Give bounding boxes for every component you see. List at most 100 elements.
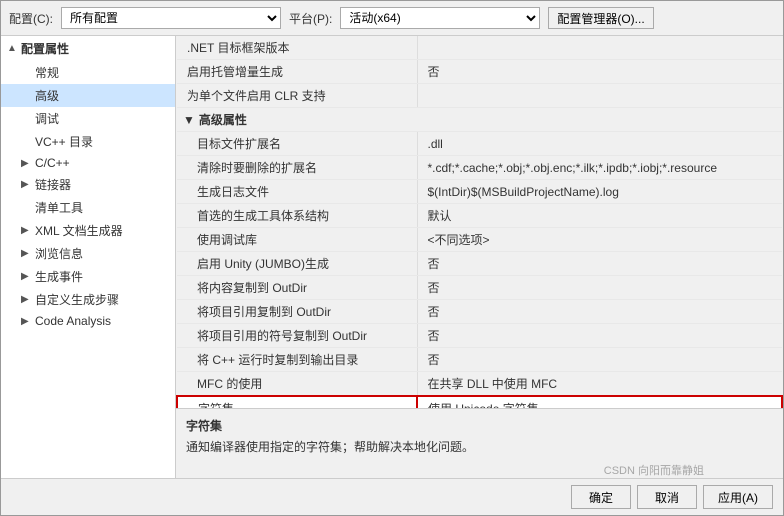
watermark: CSDN 向阳而靠静姐 [604,462,704,478]
main-content: ▲ 配置属性 常规高级调试 VC++ 目录 ▶ C/C++ ▶ 链接器清单工具 ▶XML 文… [1,36,783,478]
prop-value-cell[interactable] [417,84,782,108]
sidebar-items: 常规高级调试VC++ 目录▶C/C++▶链接器清单工具▶XML 文档生成器▶浏览… [1,61,175,331]
table-row: 目标文件扩展名.dll [177,132,782,156]
xml-arrow-icon: ▶ [21,225,31,236]
sidebar-item-label-custom: 自定义生成步骤 [35,291,119,308]
prop-value-cell[interactable]: 否 [417,348,782,372]
prop-name-cell: 将项目引用的符号复制到 OutDir [177,324,417,348]
prop-value-cell[interactable]: 否 [417,324,782,348]
section-header-cell: ▼高级属性 [177,108,782,132]
prop-name-cell: MFC 的使用 [177,372,417,397]
sidebar-item-debug[interactable]: 调试 [1,107,175,130]
properties-panel: .NET 目标框架版本启用托管增量生成否为单个文件启用 CLR 支持▼高级属性目… [176,36,783,478]
section-header-row[interactable]: ▼高级属性 [177,108,782,132]
props-tbody: .NET 目标框架版本启用托管增量生成否为单个文件启用 CLR 支持▼高级属性目… [177,36,782,408]
props-table: .NET 目标框架版本启用托管增量生成否为单个文件启用 CLR 支持▼高级属性目… [176,36,783,408]
sidebar-item-general[interactable]: 常规 [1,61,175,84]
sidebar-item-advanced[interactable]: 高级 [1,84,175,107]
sidebar-item-events[interactable]: ▶生成事件 [1,265,175,288]
sidebar-item-browser[interactable]: ▶ 浏览信息 [1,242,175,265]
prop-value-cell[interactable]: 使用 Unicode 字符集 [417,396,782,408]
sidebar-item-label-advanced: 高级 [35,87,59,104]
platform-label: 平台(P): [289,10,332,27]
sidebar-item-manifest[interactable]: 清单工具 [1,196,175,219]
sidebar-item-label-debug: 调试 [35,110,59,127]
description-text: 通知编译器使用指定的字符集；帮助解决本地化问题。 [186,438,773,456]
prop-name-cell: 启用 Unity (JUMBO)生成 [177,252,417,276]
linker-arrow-icon: ▶ [21,179,31,190]
table-row: 启用托管增量生成否 [177,60,782,84]
sidebar-root-label: 配置属性 [21,40,69,57]
prop-value-cell[interactable]: .dll [417,132,782,156]
sidebar-root[interactable]: ▲ 配置属性 [1,36,175,61]
prop-name-cell: 为单个文件启用 CLR 支持 [177,84,417,108]
table-row: .NET 目标框架版本 [177,36,782,60]
prop-value-cell[interactable]: 否 [417,300,782,324]
prop-value-cell[interactable]: $(IntDir)$(MSBuildProjectName).log [417,180,782,204]
table-row: MFC 的使用在共享 DLL 中使用 MFC [177,372,782,397]
properties-dialog: 配置(C): 所有配置 平台(P): 活动(x64) 配置管理器(O)... ▲… [0,0,784,516]
platform-select[interactable]: 活动(x64) [340,7,540,29]
prop-value-cell[interactable]: *.cdf;*.cache;*.obj;*.obj.enc;*.ilk;*.ip… [417,156,782,180]
sidebar-item-label-vcpp: VC++ 目录 [35,133,93,150]
sidebar-item-custom[interactable]: ▶ 自定义生成步骤 [1,288,175,311]
section-collapse-icon: ▼ [183,113,195,127]
prop-name-cell: 字符集 [177,396,417,408]
description-title: 字符集 [186,417,773,434]
table-row: 将项目引用复制到 OutDir否 [177,300,782,324]
sidebar-item-label-manifest: 清单工具 [35,199,83,216]
table-row: 启用 Unity (JUMBO)生成否 [177,252,782,276]
browser-arrow-icon: ▶ [21,248,31,259]
sidebar-item-linker[interactable]: ▶ 链接器 [1,173,175,196]
prop-value-cell[interactable]: 默认 [417,204,782,228]
cpp-arrow-icon: ▶ [21,158,31,169]
custom-arrow-icon: ▶ [21,294,31,305]
table-row: 使用调试库<不同选项> [177,228,782,252]
config-label: 配置(C): [9,10,53,27]
table-row: 将内容复制到 OutDir否 [177,276,782,300]
apply-button[interactable]: 应用(A) [703,485,773,509]
prop-name-cell: 清除时要删除的扩展名 [177,156,417,180]
prop-name-cell: 使用调试库 [177,228,417,252]
sidebar-item-label-browser: 浏览信息 [35,245,83,262]
config-manager-button[interactable]: 配置管理器(O)... [548,7,653,29]
table-row: 将项目引用的符号复制到 OutDir否 [177,324,782,348]
table-row: 为单个文件启用 CLR 支持 [177,84,782,108]
prop-value-cell[interactable]: 在共享 DLL 中使用 MFC [417,372,782,397]
codeanalysis-arrow-icon: ▶ [21,316,31,327]
config-select[interactable]: 所有配置 [61,7,281,29]
events-arrow-icon: ▶ [21,271,31,282]
toolbar: 配置(C): 所有配置 平台(P): 活动(x64) 配置管理器(O)... [1,1,783,36]
root-arrow-icon: ▲ [7,43,17,54]
sidebar-item-label-codeanalysis: Code Analysis [35,314,111,328]
prop-name-cell: 将内容复制到 OutDir [177,276,417,300]
prop-name-cell: 目标文件扩展名 [177,132,417,156]
table-row: 清除时要删除的扩展名*.cdf;*.cache;*.obj;*.obj.enc;… [177,156,782,180]
prop-value-cell[interactable]: 否 [417,252,782,276]
props-table-container[interactable]: .NET 目标框架版本启用托管增量生成否为单个文件启用 CLR 支持▼高级属性目… [176,36,783,408]
sidebar-item-label-linker: 链接器 [35,176,71,193]
table-row: 首选的生成工具体系结构默认 [177,204,782,228]
prop-value-cell[interactable]: 否 [417,276,782,300]
bottom-bar: CSDN 向阳而靠静姐 确定 取消 应用(A) [1,478,783,515]
prop-value-cell[interactable] [417,36,782,60]
prop-name-cell: 启用托管增量生成 [177,60,417,84]
ok-button[interactable]: 确定 [571,485,631,509]
sidebar-item-label-general: 常规 [35,64,59,81]
sidebar-tree: ▲ 配置属性 常规高级调试 VC++ 目录 ▶ C/C++ ▶ 链接器清单工具 ▶XML 文… [1,36,176,478]
prop-name-cell: 生成日志文件 [177,180,417,204]
sidebar-item-codeanalysis[interactable]: ▶ Code Analysis [1,311,175,331]
prop-name-cell: 将 C++ 运行时复制到输出目录 [177,348,417,372]
prop-name-cell: .NET 目标框架版本 [177,36,417,60]
sidebar-item-cpp[interactable]: ▶ C/C++ [1,153,175,173]
prop-name-cell: 首选的生成工具体系结构 [177,204,417,228]
sidebar-item-vcpp[interactable]: VC++ 目录 [1,130,175,153]
table-row: 将 C++ 运行时复制到输出目录否 [177,348,782,372]
prop-value-cell[interactable]: 否 [417,60,782,84]
sidebar-item-label-cpp: C/C++ [35,156,70,170]
prop-value-cell[interactable]: <不同选项> [417,228,782,252]
cancel-button[interactable]: 取消 [637,485,697,509]
sidebar-item-xml[interactable]: ▶XML 文档生成器 [1,219,175,242]
table-row: 生成日志文件$(IntDir)$(MSBuildProjectName).log [177,180,782,204]
prop-name-cell: 将项目引用复制到 OutDir [177,300,417,324]
